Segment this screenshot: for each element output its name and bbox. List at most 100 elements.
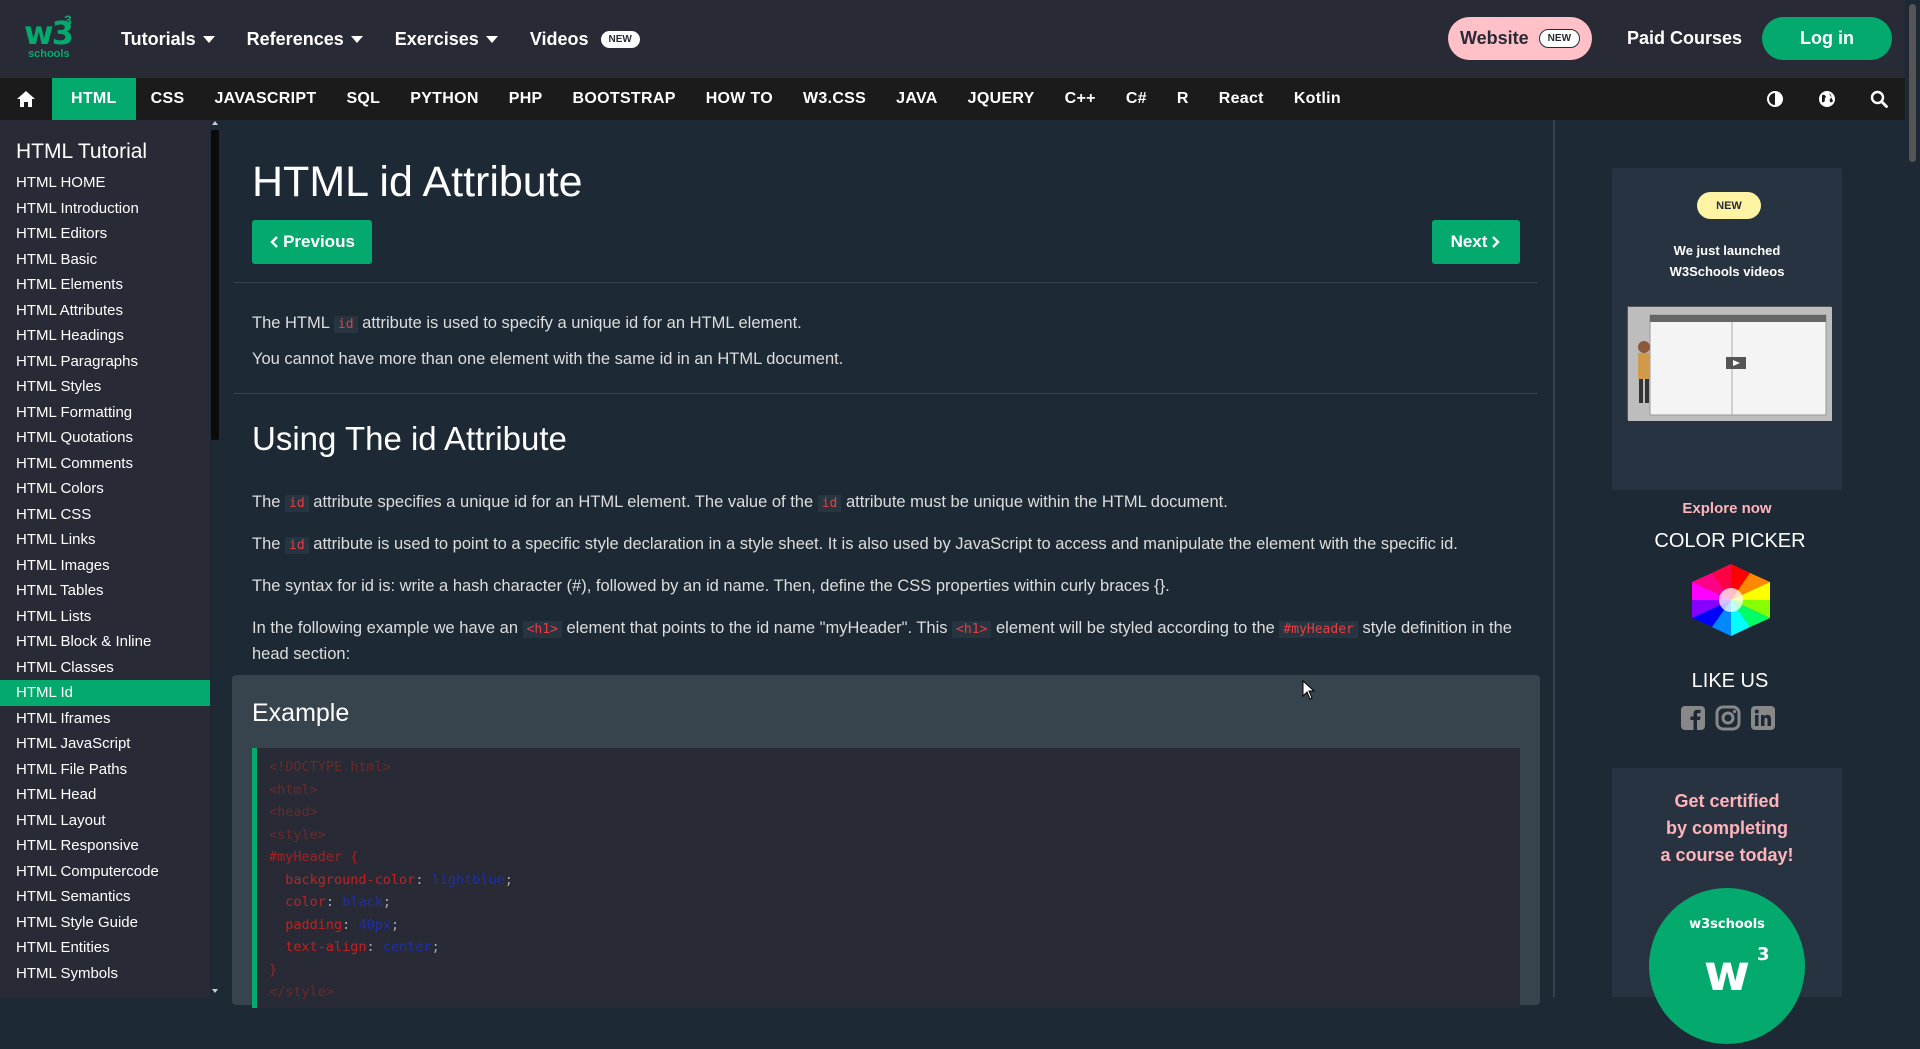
nav-tutorials[interactable]: Tutorials <box>105 19 231 59</box>
chevron-right-icon <box>1492 236 1501 248</box>
w3schools-logo[interactable]: w3 3 schools <box>24 12 84 64</box>
tab-react[interactable]: React <box>1204 78 1279 120</box>
sidebar-item-html-symbols[interactable]: HTML Symbols <box>0 961 210 987</box>
paragraph-1: The id attribute specifies a unique id f… <box>252 490 1527 516</box>
home-icon[interactable] <box>0 78 52 120</box>
sidebar-item-html-computercode[interactable]: HTML Computercode <box>0 859 210 885</box>
code-text: <head> <box>269 804 318 820</box>
tab-jquery[interactable]: JQUERY <box>953 78 1050 120</box>
example-box: Example <!DOCTYPE html> <html> <head> <s… <box>232 675 1540 1008</box>
sidebar-item-html-tables[interactable]: HTML Tables <box>0 578 210 604</box>
sidebar-scrollbar-thumb[interactable] <box>211 130 219 440</box>
sidebar-item-html-quotations[interactable]: HTML Quotations <box>0 425 210 451</box>
sidebar-item-html-id[interactable]: HTML Id <box>0 680 210 706</box>
sidebar-item-html-layout[interactable]: HTML Layout <box>0 808 210 834</box>
sidebar-item-html-attributes[interactable]: HTML Attributes <box>0 298 210 324</box>
code-line: <!DOCTYPE html> <box>269 756 1508 779</box>
sidebar-item-html-formatting[interactable]: HTML Formatting <box>0 400 210 426</box>
tab-c-[interactable]: C++ <box>1050 78 1111 120</box>
videos-promo[interactable]: NEW We just launched W3Schools videos Ex… <box>1612 168 1842 517</box>
sidebar-item-html-classes[interactable]: HTML Classes <box>0 655 210 681</box>
login-button[interactable]: Log in <box>1762 17 1892 60</box>
sidebar-item-html-editors[interactable]: HTML Editors <box>0 221 210 247</box>
intro-paragraph-2: You cannot have more than one element wi… <box>252 350 844 368</box>
facebook-icon[interactable] <box>1680 705 1706 731</box>
sidebar-item-html-basic[interactable]: HTML Basic <box>0 247 210 273</box>
linkedin-icon[interactable] <box>1750 705 1776 731</box>
tab-r[interactable]: R <box>1162 78 1204 120</box>
sidebar-item-html-elements[interactable]: HTML Elements <box>0 272 210 298</box>
chevron-left-icon <box>270 236 278 248</box>
sidebar-scrollbar[interactable] <box>210 120 220 997</box>
sidebar-item-html-javascript[interactable]: HTML JavaScript <box>0 731 210 757</box>
sidebar-item-html-entities[interactable]: HTML Entities <box>0 935 210 961</box>
sidebar-item-html-introduction[interactable]: HTML Introduction <box>0 196 210 222</box>
next-label: Next <box>1450 232 1488 251</box>
sidebar-item-html-comments[interactable]: HTML Comments <box>0 451 210 477</box>
sidebar-item-html-home[interactable]: HTML HOME <box>0 170 210 196</box>
sidebar-item-html-responsive[interactable]: HTML Responsive <box>0 833 210 859</box>
sidebar-item-html-block-inline[interactable]: HTML Block & Inline <box>0 629 210 655</box>
search-icon[interactable] <box>1853 78 1905 120</box>
new-badge: NEW <box>1697 192 1761 219</box>
sidebar-item-html-iframes[interactable]: HTML Iframes <box>0 706 210 732</box>
divider <box>234 282 1538 283</box>
cert-text: Get certified by completing a course tod… <box>1612 788 1842 869</box>
nav-exercises[interactable]: Exercises <box>379 19 514 59</box>
code-value: lightblue <box>431 871 505 888</box>
tab-python[interactable]: PYTHON <box>395 78 493 120</box>
sidebar-item-html-styles[interactable]: HTML Styles <box>0 374 210 400</box>
caret-down-icon <box>202 35 215 43</box>
cert-line: Get certified <box>1674 791 1780 811</box>
theme-toggle-icon[interactable] <box>1749 78 1801 120</box>
scroll-up-icon[interactable] <box>211 120 219 126</box>
paid-courses-link[interactable]: Paid Courses <box>1627 17 1742 60</box>
tab-bootstrap[interactable]: BOOTSTRAP <box>558 78 691 120</box>
instagram-icon[interactable] <box>1715 705 1741 731</box>
nav-references[interactable]: References <box>231 19 379 59</box>
tab-sql[interactable]: SQL <box>331 78 395 120</box>
previous-button[interactable]: Previous <box>252 220 372 264</box>
explore-now-link[interactable]: Explore now <box>1612 500 1842 517</box>
tab-w3-css[interactable]: W3.CSS <box>788 78 881 120</box>
website-button[interactable]: Website NEW <box>1448 17 1592 60</box>
globe-icon[interactable] <box>1801 78 1853 120</box>
page-scrollbar-thumb[interactable] <box>1909 4 1916 162</box>
sidebar-item-html-semantics[interactable]: HTML Semantics <box>0 884 210 910</box>
sidebar-item-html-images[interactable]: HTML Images <box>0 553 210 579</box>
tab-kotlin[interactable]: Kotlin <box>1279 78 1356 120</box>
tab-html[interactable]: HTML <box>52 78 136 120</box>
nav-videos[interactable]: Videos NEW <box>514 19 656 59</box>
sidebar-item-html-style-guide[interactable]: HTML Style Guide <box>0 910 210 936</box>
sidebar-item-html-lists[interactable]: HTML Lists <box>0 604 210 630</box>
sidebar-item-html-file-paths[interactable]: HTML File Paths <box>0 757 210 783</box>
page-scrollbar[interactable] <box>1905 0 1920 997</box>
tab-css[interactable]: CSS <box>136 78 200 120</box>
text: element that points to the id name "myHe… <box>561 619 953 637</box>
code-text: </style> <box>269 984 335 1000</box>
tab-how-to[interactable]: HOW TO <box>691 78 788 120</box>
sidebar-item-html-paragraphs[interactable]: HTML Paragraphs <box>0 349 210 375</box>
section-title: Using The id Attribute <box>252 420 567 457</box>
sidebar-item-html-css[interactable]: HTML CSS <box>0 502 210 528</box>
sidebar-item-html-headings[interactable]: HTML Headings <box>0 323 210 349</box>
video-thumbnail[interactable] <box>1627 306 1832 421</box>
tab-php[interactable]: PHP <box>494 78 558 120</box>
sidebar-item-html-links[interactable]: HTML Links <box>0 527 210 553</box>
tab-javascript[interactable]: JAVASCRIPT <box>199 78 331 120</box>
sidebar-item-html-colors[interactable]: HTML Colors <box>0 476 210 502</box>
code-text: } <box>269 961 278 978</box>
certification-promo[interactable]: Get certified by completing a course tod… <box>1612 768 1842 1044</box>
next-button[interactable]: Next <box>1432 220 1520 264</box>
scroll-down-icon[interactable] <box>211 988 219 994</box>
sidebar-item-html-head[interactable]: HTML Head <box>0 782 210 808</box>
code-line: <html> <box>269 779 1508 802</box>
example-title: Example <box>252 699 350 727</box>
color-picker-icon[interactable] <box>1692 564 1770 636</box>
sidebar-links: HTML HOME HTML Introduction HTML Editors HT… <box>0 170 210 986</box>
tab-c-[interactable]: C# <box>1111 78 1162 120</box>
code-value: black <box>342 894 383 910</box>
tab-java[interactable]: JAVA <box>881 78 953 120</box>
code-line: <style> <box>269 824 1508 847</box>
sidebar-title: HTML Tutorial <box>16 140 148 163</box>
